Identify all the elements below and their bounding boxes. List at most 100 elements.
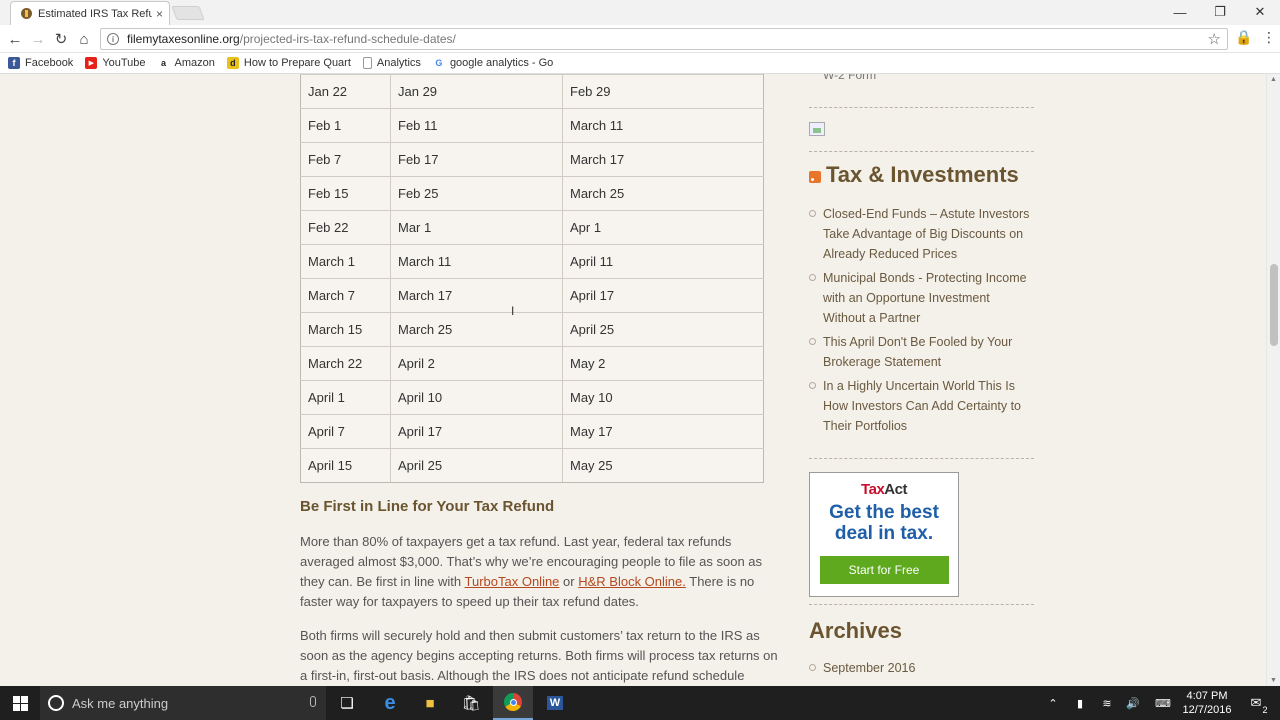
- article-paragraph-2: Both firms will securely hold and then s…: [300, 628, 778, 683]
- info-icon[interactable]: i: [107, 33, 119, 45]
- table-cell: Feb 11: [390, 108, 563, 143]
- new-tab-button[interactable]: [171, 6, 205, 20]
- facebook-icon: f: [8, 57, 20, 69]
- bullet-icon: [809, 274, 816, 281]
- url-path: /projected-irs-tax-refund-schedule-dates…: [239, 32, 456, 46]
- battery-icon[interactable]: ▮: [1070, 686, 1090, 720]
- taxact-ad-banner[interactable]: TaxAct Get the best deal in tax. Start f…: [809, 472, 959, 597]
- cortana-search-box[interactable]: Ask me anything: [40, 686, 326, 720]
- tab-close-icon[interactable]: ×: [156, 7, 163, 21]
- start-button[interactable]: [0, 686, 40, 720]
- table-row: April 1 April 10 May 10: [300, 380, 764, 415]
- start-for-free-button[interactable]: Start for Free: [819, 556, 949, 584]
- table-cell: Feb 22: [300, 210, 391, 245]
- file-explorer-icon[interactable]: ■: [410, 686, 450, 720]
- archive-item-september-2016[interactable]: September 2016: [809, 658, 1034, 678]
- broken-image-icon: [809, 122, 825, 136]
- table-cell: March 15: [300, 312, 391, 347]
- wifi-icon[interactable]: ≋: [1097, 686, 1117, 720]
- bookmark-google-analytics[interactable]: G google analytics - Go: [432, 57, 554, 69]
- sidebar-item-municipal-bonds[interactable]: Municipal Bonds - Protecting Income with…: [809, 268, 1034, 328]
- table-row: March 15 March 25 April 25: [300, 312, 764, 347]
- site-favicon-icon: [21, 8, 32, 19]
- bookmark-how-to-prepare[interactable]: d How to Prepare Quart: [226, 57, 351, 69]
- table-row: Feb 7 Feb 17 March 17: [300, 142, 764, 177]
- table-cell: Apr 1: [562, 210, 764, 245]
- reload-icon[interactable]: ↻: [50, 28, 72, 50]
- restore-icon[interactable]: ❐: [1200, 0, 1240, 24]
- close-window-icon[interactable]: ✕: [1240, 0, 1280, 24]
- archives-list: September 2016: [809, 658, 1034, 682]
- sidebar-item-uncertain-world[interactable]: In a Highly Uncertain World This Is How …: [809, 376, 1034, 436]
- table-cell: May 2: [562, 346, 764, 381]
- store-icon[interactable]: 🛍: [451, 686, 491, 720]
- forward-arrow-icon[interactable]: →: [27, 28, 49, 50]
- sidebar-section-title: Tax & Investments: [826, 162, 1019, 187]
- address-bar[interactable]: i filemytaxesonline.org/projected-irs-ta…: [100, 28, 1228, 50]
- page-scrollbar[interactable]: ▲ ▼: [1266, 74, 1280, 686]
- table-cell: May 10: [562, 380, 764, 415]
- back-arrow-icon[interactable]: ←: [4, 28, 26, 50]
- sidebar-w2-link[interactable]: W-2 Form: [823, 74, 876, 82]
- table-cell: Jan 29: [390, 74, 563, 109]
- task-view-icon[interactable]: ❏: [327, 686, 367, 720]
- extension-lock-icon[interactable]: 🔒: [1235, 29, 1252, 46]
- sidebar-item-closed-end-funds[interactable]: Closed-End Funds – Astute Investors Take…: [809, 204, 1034, 264]
- bookmark-label: Analytics: [376, 57, 421, 69]
- scroll-up-icon[interactable]: ▲: [1270, 76, 1277, 83]
- bookmark-facebook[interactable]: f Facebook: [8, 57, 73, 69]
- word-icon[interactable]: W: [535, 686, 575, 720]
- table-cell: March 1: [300, 244, 391, 279]
- table-cell: March 11: [562, 108, 764, 143]
- table-cell: Feb 1: [300, 108, 391, 143]
- table-row: April 7 April 17 May 17: [300, 414, 764, 449]
- taskbar-clock[interactable]: 4:07 PM 12/7/2016: [1178, 689, 1236, 717]
- tab-estimated-irs-refund[interactable]: Estimated IRS Tax Refund ×: [10, 1, 170, 25]
- menu-kebab-icon[interactable]: ⋮: [1262, 29, 1276, 46]
- scroll-down-icon[interactable]: ▼: [1270, 677, 1277, 684]
- table-row: Feb 15 Feb 25 March 25: [300, 176, 764, 211]
- bookmark-amazon[interactable]: a Amazon: [157, 57, 215, 69]
- tab-strip: Estimated IRS Tax Refund × — ❐ ✕: [0, 0, 1280, 25]
- sidebar-item-april-brokerage[interactable]: This April Don't Be Fooled by Your Broke…: [809, 332, 1034, 372]
- youtube-icon: ▶: [85, 57, 98, 69]
- bookmark-star-icon[interactable]: ☆: [1208, 30, 1221, 48]
- table-row: March 7 March 17 April 17: [300, 278, 764, 313]
- table-cell: March 11: [390, 244, 563, 279]
- table-cell: Feb 17: [390, 142, 563, 177]
- scroll-thumb[interactable]: [1270, 264, 1278, 346]
- table-cell: March 25: [390, 312, 563, 347]
- table-row: Feb 22 Mar 1 Apr 1: [300, 210, 764, 245]
- tray-chevron-up-icon[interactable]: ⌃: [1044, 686, 1062, 720]
- divider: [809, 458, 1034, 459]
- table-cell: May 17: [562, 414, 764, 449]
- volume-icon[interactable]: 🔊: [1123, 686, 1143, 720]
- table-cell: March 17: [562, 142, 764, 177]
- microphone-icon[interactable]: [310, 696, 316, 707]
- table-cell: April 1: [300, 380, 391, 415]
- divider: [809, 604, 1034, 605]
- bookmark-youtube[interactable]: ▶ YouTube: [85, 57, 146, 69]
- table-cell: April 11: [562, 244, 764, 279]
- cortana-placeholder: Ask me anything: [72, 695, 169, 711]
- clock-time: 4:07 PM: [1186, 690, 1228, 702]
- table-cell: April 17: [562, 278, 764, 313]
- rss-icon[interactable]: [809, 171, 821, 183]
- table-cell: April 17: [390, 414, 563, 449]
- article-heading: Be First in Line for Your Tax Refund: [300, 498, 555, 515]
- hrblock-link[interactable]: H&R Block Online.: [578, 574, 686, 589]
- bookmark-analytics[interactable]: Analytics: [362, 57, 421, 69]
- article-paragraph: More than 80% of taxpayers get a tax ref…: [300, 534, 763, 609]
- table-cell: March 7: [300, 278, 391, 313]
- minimize-icon[interactable]: —: [1160, 0, 1200, 24]
- turbotax-link[interactable]: TurboTax Online: [465, 574, 560, 589]
- notifications-icon[interactable]: ✉ 2: [1244, 686, 1268, 720]
- home-icon[interactable]: ⌂: [73, 28, 95, 50]
- page-icon: [362, 57, 372, 69]
- table-cell: April 15: [300, 448, 391, 483]
- edge-icon[interactable]: e: [370, 686, 410, 720]
- table-cell: April 2: [390, 346, 563, 381]
- bookmark-label: google analytics - Go: [449, 57, 554, 69]
- chrome-icon[interactable]: [493, 686, 533, 720]
- keyboard-icon[interactable]: ⌨: [1151, 686, 1175, 720]
